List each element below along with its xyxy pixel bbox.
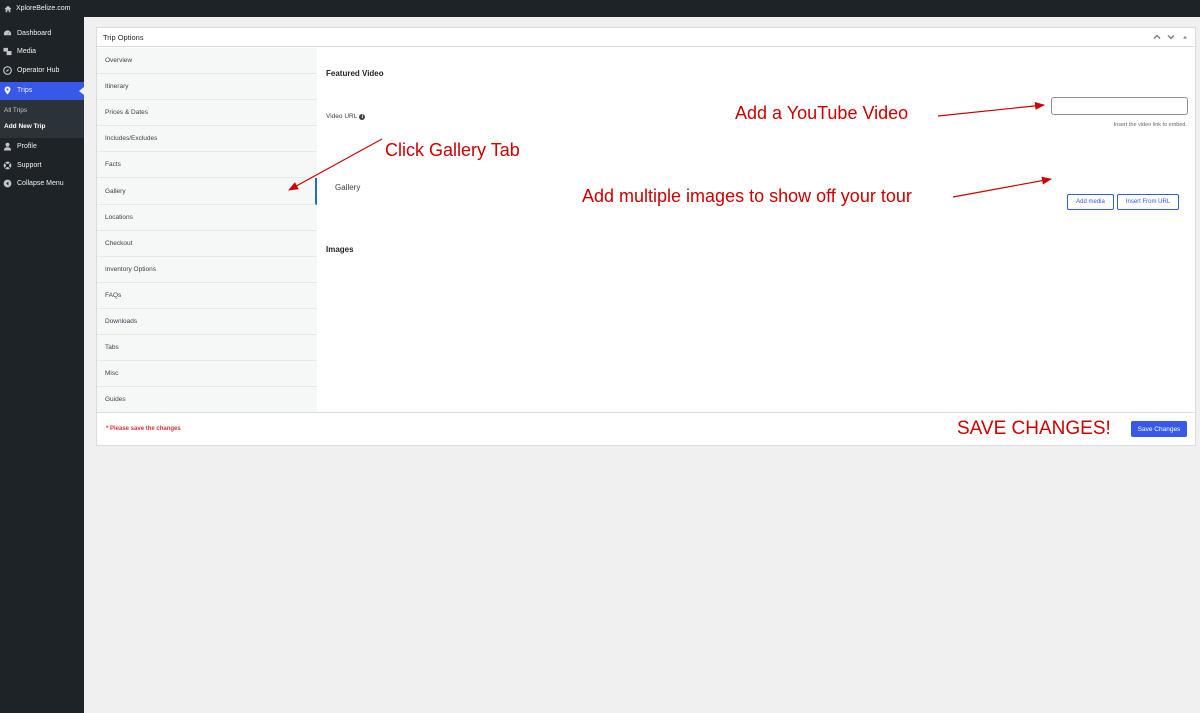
add-media-button[interactable]: Add media	[1067, 194, 1114, 210]
tab-locations[interactable]: Locations	[97, 205, 317, 231]
profile-icon	[3, 142, 12, 151]
dashboard-icon	[3, 29, 12, 38]
panel-header: Trip Options	[97, 28, 1195, 47]
menu-label: Profile	[17, 143, 37, 151]
operator-hub-icon	[3, 65, 12, 75]
trips-submenu: All Trips Add New Trip	[0, 99, 84, 138]
menu-support[interactable]: Support	[0, 156, 84, 175]
tab-itinerary[interactable]: Itinerary	[97, 74, 317, 101]
menu-trips[interactable]: Trips	[0, 81, 84, 100]
home-icon	[4, 5, 12, 12]
menu-dashboard[interactable]: Dashboard	[0, 24, 84, 43]
trip-options-tabs: Overview Itinerary Prices & Dates Includ…	[97, 48, 317, 414]
menu-operator-hub[interactable]: Operator Hub	[0, 61, 84, 80]
save-changes-button[interactable]: Save Changes	[1131, 421, 1187, 437]
tab-inventory-options[interactable]: Inventory Options	[97, 257, 317, 283]
menu-label: Trips	[17, 87, 33, 94]
tab-checkout[interactable]: Checkout	[97, 231, 317, 257]
tab-tabs[interactable]: Tabs	[97, 335, 317, 362]
annotation-gallery-tab: Click Gallery Tab	[385, 140, 520, 160]
tab-gallery[interactable]: Gallery	[97, 178, 317, 205]
tab-faqs[interactable]: FAQs	[97, 283, 317, 309]
tab-downloads[interactable]: Downloads	[97, 309, 317, 336]
admin-bar: XploreBelize.com	[0, 0, 1200, 17]
menu-media[interactable]: Media	[0, 43, 84, 62]
tab-includes-excludes[interactable]: Includes/Excludes	[97, 126, 317, 153]
video-url-label-text: Video URL	[326, 113, 358, 120]
menu-label: Support	[17, 161, 42, 169]
trip-options-panel: Trip Options Overview Itinerary Prices &…	[96, 27, 1196, 446]
annotation-save: SAVE CHANGES!	[957, 418, 1111, 439]
submenu-all-trips[interactable]: All Trips	[0, 103, 84, 119]
admin-sidebar: Dashboard Media Operator Hub Trips All T…	[0, 17, 84, 713]
collapse-icon	[3, 179, 12, 188]
save-note: * Please save the changes	[106, 426, 181, 432]
featured-video-title: Featured Video	[326, 69, 384, 78]
menu-profile[interactable]: Profile	[0, 138, 84, 157]
toggle-panel-icon[interactable]	[1181, 33, 1189, 41]
site-name: XploreBelize.com	[16, 5, 71, 12]
tab-facts[interactable]: Facts	[97, 152, 317, 179]
move-up-icon[interactable]	[1153, 33, 1161, 41]
tab-misc[interactable]: Misc	[97, 361, 317, 388]
location-pin-icon	[3, 86, 12, 95]
tab-guides[interactable]: Guides	[97, 387, 317, 414]
panel-controls	[1153, 33, 1189, 41]
annotation-youtube: Add a YouTube Video	[735, 103, 909, 123]
video-url-input[interactable]	[1051, 97, 1188, 115]
menu-label: Operator Hub	[17, 66, 60, 74]
tab-prices-dates[interactable]: Prices & Dates	[97, 100, 317, 127]
move-down-icon[interactable]	[1167, 33, 1175, 41]
video-help-text: Insert the video link to embed.	[1113, 122, 1187, 128]
annotation-images: Add multiple images to show off your tou…	[582, 186, 912, 206]
menu-collapse[interactable]: Collapse Menu	[0, 175, 84, 194]
menu-label: Dashboard	[17, 29, 52, 37]
submenu-add-new-trip[interactable]: Add New Trip	[0, 119, 84, 135]
menu-label: Media	[17, 48, 37, 56]
media-icon	[3, 47, 12, 56]
support-icon	[3, 161, 12, 170]
info-icon[interactable]: i	[359, 113, 366, 120]
video-url-label: Video URL i	[326, 113, 366, 120]
images-title: Images	[326, 245, 354, 254]
gallery-title: Gallery	[335, 183, 361, 192]
panel-title: Trip Options	[103, 32, 144, 42]
tab-overview[interactable]: Overview	[97, 48, 317, 75]
insert-from-url-button[interactable]: Insert From URL	[1117, 194, 1179, 210]
site-link[interactable]: XploreBelize.com	[4, 5, 70, 13]
menu-label: Collapse Menu	[17, 180, 64, 188]
